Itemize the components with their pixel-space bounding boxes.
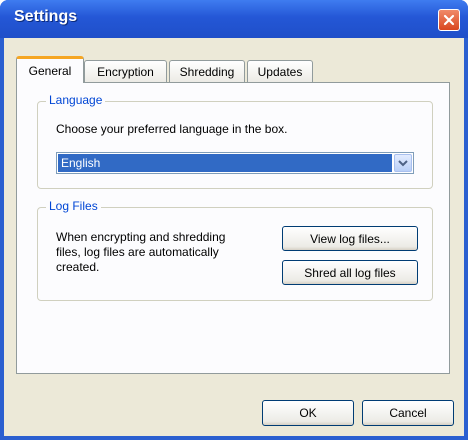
tab-updates[interactable]: Updates [247,60,313,82]
language-group-label: Language [46,93,106,107]
chevron-down-icon [398,160,408,167]
tab-encryption[interactable]: Encryption [84,60,167,82]
title-bar[interactable]: Settings [0,0,468,38]
window-title: Settings [14,8,78,25]
log-files-group-label: Log Files [46,199,101,213]
shred-log-files-label: Shred all log files [304,265,396,280]
view-log-files-button[interactable]: View log files... [282,226,418,251]
log-files-description-line-2: files, log files are automatically [56,245,219,259]
language-prompt: Choose your preferred language in the bo… [56,122,288,136]
language-selected-value: English [58,154,392,172]
settings-dialog: Settings General Encryption Shredding Up… [0,0,468,440]
shred-log-files-button[interactable]: Shred all log files [282,260,418,285]
dialog-body: General Encryption Shredding Updates Lan… [4,38,464,436]
tab-encryption-label: Encryption [97,64,154,79]
ok-button[interactable]: OK [262,400,354,426]
tab-general[interactable]: General [16,56,84,83]
language-select[interactable]: English [56,152,414,174]
log-files-group: Log Files When encrypting and shredding … [37,199,433,301]
general-tab-panel: Language Choose your preferred language … [16,82,450,374]
language-group: Language Choose your preferred language … [37,93,433,189]
cancel-button-label: Cancel [389,406,427,420]
dropdown-button[interactable] [394,154,412,172]
tab-shredding-label: Shredding [179,64,235,79]
tab-general-label: General [28,64,72,78]
cancel-button[interactable]: Cancel [362,400,454,426]
close-button[interactable] [438,9,460,31]
view-log-files-label: View log files... [310,231,390,246]
ok-button-label: OK [299,406,317,420]
tab-updates-label: Updates [257,64,303,79]
close-icon [443,14,455,26]
log-files-description-line-3: created. [56,260,100,274]
log-files-description-line-1: When encrypting and shredding [56,230,226,244]
tab-shredding[interactable]: Shredding [169,60,245,82]
